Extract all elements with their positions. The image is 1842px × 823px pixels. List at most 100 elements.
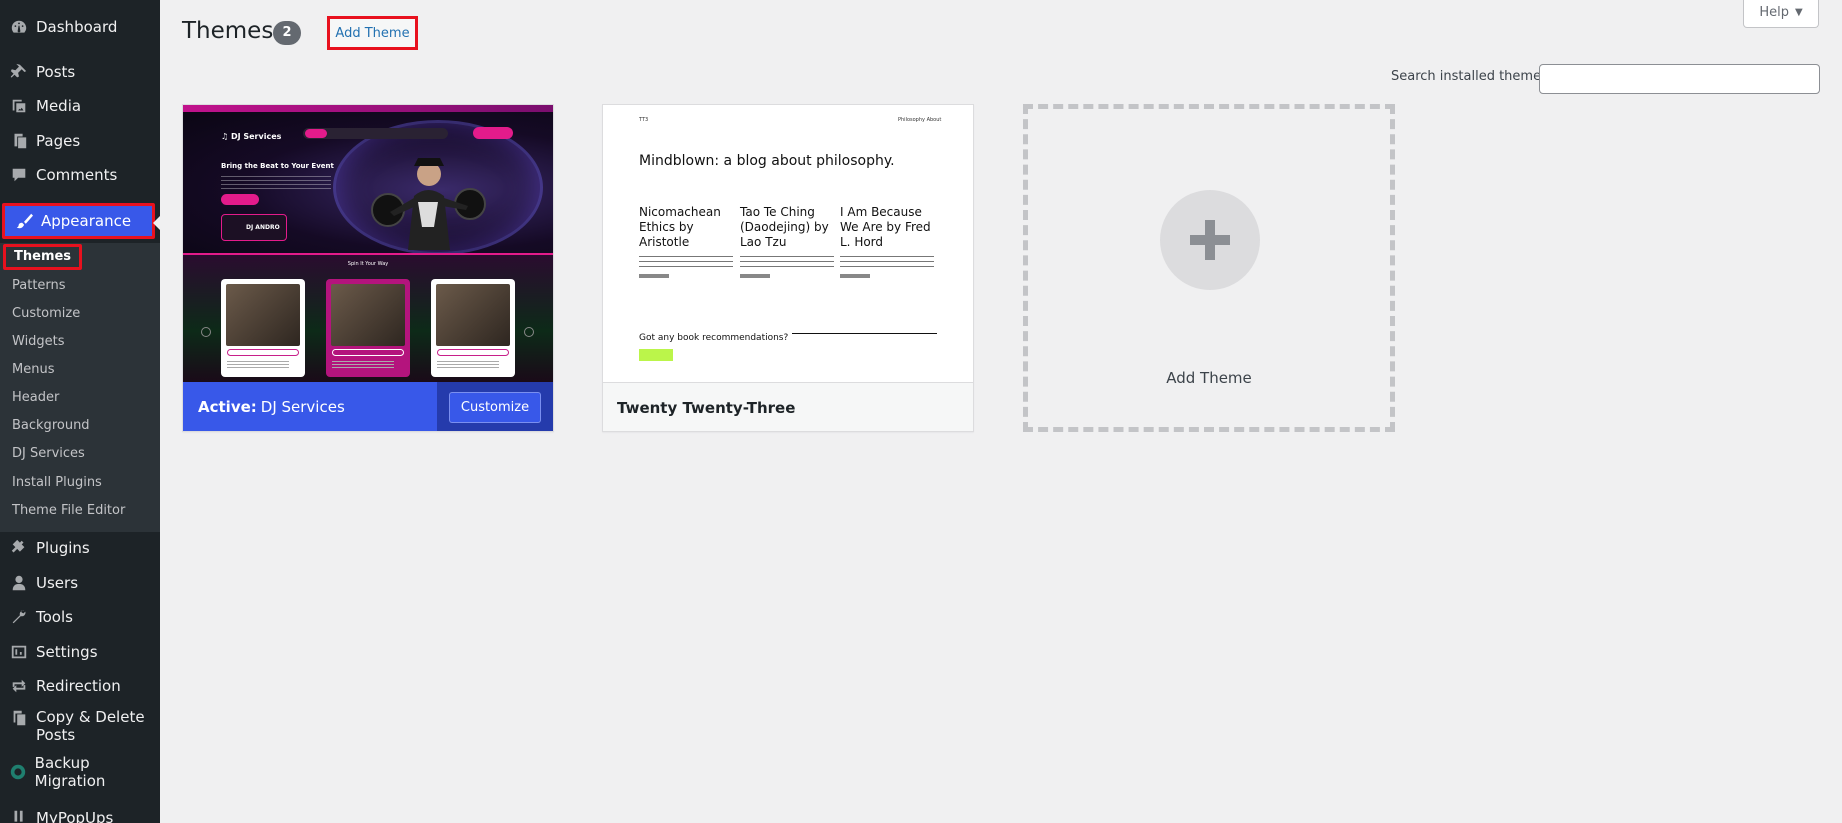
- preview-hero-title: Bring the Beat to Your Event: [221, 162, 334, 170]
- sidebar-item-backup-migration[interactable]: Backup Migration: [0, 754, 160, 790]
- sidebar-item-tools[interactable]: Tools: [0, 600, 160, 634]
- theme-actions: Customize: [437, 382, 553, 431]
- preview-services-section: Spin It Your Way: [183, 253, 553, 382]
- sidebar-item-dashboard[interactable]: Dashboard: [0, 10, 160, 44]
- dj-person-image: [371, 158, 486, 250]
- sidebar-item-copy-delete-posts[interactable]: Copy & Delete Posts: [0, 704, 160, 748]
- preview-nav-pill: [305, 129, 327, 138]
- pushpin-icon: [0, 63, 36, 81]
- sidebar-item-label: Appearance: [41, 212, 132, 230]
- submenu-item-themes[interactable]: Themes: [3, 244, 83, 270]
- theme-name: Twenty Twenty-Three: [617, 398, 796, 417]
- appearance-submenu: Themes Patterns Customize Widgets Menus …: [0, 243, 160, 532]
- preview-text-lines: [221, 176, 331, 190]
- page-title: Themes: [182, 18, 274, 44]
- submenu-item-header[interactable]: Header: [12, 386, 59, 410]
- sidebar-item-label: Media: [36, 97, 82, 115]
- preview-logo: ♫ DJ Services: [221, 132, 282, 141]
- main-content: Themes 2 Add Theme Help ▼ Search install…: [160, 0, 1842, 823]
- sidebar-item-label: Dashboard: [36, 18, 118, 36]
- search-label: Search installed themes: [1391, 69, 1548, 84]
- preview-button: [639, 349, 673, 361]
- sidebar-item-appearance[interactable]: Appearance: [2, 203, 160, 239]
- preview-post-title: I Am Because We Are by Fred L. Hord: [840, 205, 931, 249]
- preview-dj-badge: DJ ANDRO: [221, 214, 287, 241]
- preview-topbar: [183, 105, 553, 112]
- preview-post-title: Nicomachean Ethics by Aristotle: [639, 205, 721, 249]
- sidebar-item-label: Redirection: [36, 677, 121, 695]
- preview-prev-arrow-icon: [201, 327, 211, 337]
- preview-book-button: [221, 194, 259, 205]
- sidebar-item-label: MyPopUps: [36, 809, 114, 823]
- submenu-item-theme-file-editor[interactable]: Theme File Editor: [12, 499, 125, 523]
- theme-screenshot: TT3 Philosophy About Mindblown: a blog a…: [603, 105, 973, 382]
- preview-question: Got any book recommendations?: [639, 333, 789, 343]
- sidebar-item-label: Posts: [36, 63, 76, 81]
- preview-post-title: Tao Te Ching (Daodejing) by Lao Tzu: [740, 205, 829, 249]
- theme-count-badge: 2: [273, 21, 301, 45]
- submenu-item-widgets[interactable]: Widgets: [12, 330, 65, 354]
- preview-card: [326, 279, 410, 377]
- admin-sidebar: Dashboard Posts Media Pages Comments App…: [0, 0, 160, 823]
- pages-icon: [0, 132, 36, 150]
- sidebar-item-settings[interactable]: Settings: [0, 635, 160, 669]
- preview-divider: [792, 333, 937, 334]
- preview-logo: TT3: [639, 117, 649, 123]
- add-new-theme-label: Add Theme: [1166, 369, 1252, 387]
- popup-icon: [0, 809, 36, 823]
- caret-down-icon: ▼: [1794, 7, 1803, 18]
- submenu-item-customize[interactable]: Customize: [12, 302, 80, 326]
- sidebar-item-label: Pages: [36, 132, 81, 150]
- add-theme-button[interactable]: Add Theme: [327, 16, 418, 50]
- wrench-icon: [0, 608, 36, 626]
- active-prefix: Active:: [198, 398, 257, 416]
- sidebar-item-posts[interactable]: Posts: [0, 55, 160, 89]
- add-icon-circle: [1160, 190, 1260, 290]
- preview-logo-text: DJ Services: [230, 132, 282, 141]
- sidebar-item-pages[interactable]: Pages: [0, 124, 160, 158]
- settings-icon: [0, 643, 36, 661]
- submenu-item-patterns[interactable]: Patterns: [12, 274, 66, 298]
- media-icon: [0, 97, 36, 115]
- sidebar-item-label: Tools: [36, 608, 73, 626]
- user-icon: [0, 574, 36, 592]
- backup-icon: [0, 763, 35, 781]
- preview-post: Tao Te Ching (Daodejing) by Lao Tzu: [740, 205, 838, 278]
- sidebar-item-label: Plugins: [36, 539, 90, 557]
- preview-card: [221, 279, 305, 377]
- add-new-theme-card[interactable]: Add Theme: [1023, 104, 1395, 432]
- submenu-item-background[interactable]: Background: [12, 414, 90, 438]
- preview-card: [431, 279, 515, 377]
- sidebar-item-media[interactable]: Media: [0, 89, 160, 123]
- sidebar-item-plugins[interactable]: Plugins: [0, 531, 160, 565]
- preview-post: I Am Because We Are by Fred L. Hord: [840, 205, 938, 278]
- help-label: Help: [1759, 5, 1789, 20]
- theme-footer-active: Active: DJ Services Customize: [183, 382, 553, 431]
- theme-screenshot: ♫ DJ Services Bring the Beat to Your Eve…: [183, 105, 553, 382]
- customize-button[interactable]: Customize: [448, 391, 542, 423]
- copy-icon: [0, 708, 36, 727]
- sidebar-item-comments[interactable]: Comments: [0, 158, 160, 192]
- sidebar-item-label: Copy & Delete Posts: [36, 708, 145, 744]
- preview-title: Mindblown: a blog about philosophy.: [639, 153, 895, 169]
- sidebar-item-redirection[interactable]: Redirection: [0, 669, 160, 703]
- theme-card-active[interactable]: ♫ DJ Services Bring the Beat to Your Eve…: [182, 104, 554, 432]
- help-tab-button[interactable]: Help ▼: [1743, 0, 1819, 28]
- sidebar-item-users[interactable]: Users: [0, 566, 160, 600]
- theme-name: DJ Services: [260, 398, 345, 416]
- redirect-icon: [0, 677, 36, 695]
- submenu-item-dj-services[interactable]: DJ Services: [12, 442, 85, 466]
- preview-badge-text: DJ ANDRO: [246, 224, 280, 231]
- search-input[interactable]: [1539, 64, 1820, 94]
- preview-post: Nicomachean Ethics by Aristotle: [639, 205, 737, 278]
- paintbrush-icon: [5, 212, 41, 230]
- preview-next-arrow-icon: [524, 327, 534, 337]
- theme-card-twenty-twenty-three[interactable]: TT3 Philosophy About Mindblown: a blog a…: [602, 104, 974, 432]
- submenu-item-menus[interactable]: Menus: [12, 358, 54, 382]
- sidebar-item-label: Comments: [36, 166, 118, 184]
- dashboard-icon: [0, 18, 36, 36]
- submenu-item-install-plugins[interactable]: Install Plugins: [12, 471, 102, 495]
- sidebar-item-mypopups[interactable]: MyPopUps: [0, 801, 160, 823]
- preview-hero: ♫ DJ Services Bring the Beat to Your Eve…: [183, 112, 553, 255]
- plugin-icon: [0, 539, 36, 557]
